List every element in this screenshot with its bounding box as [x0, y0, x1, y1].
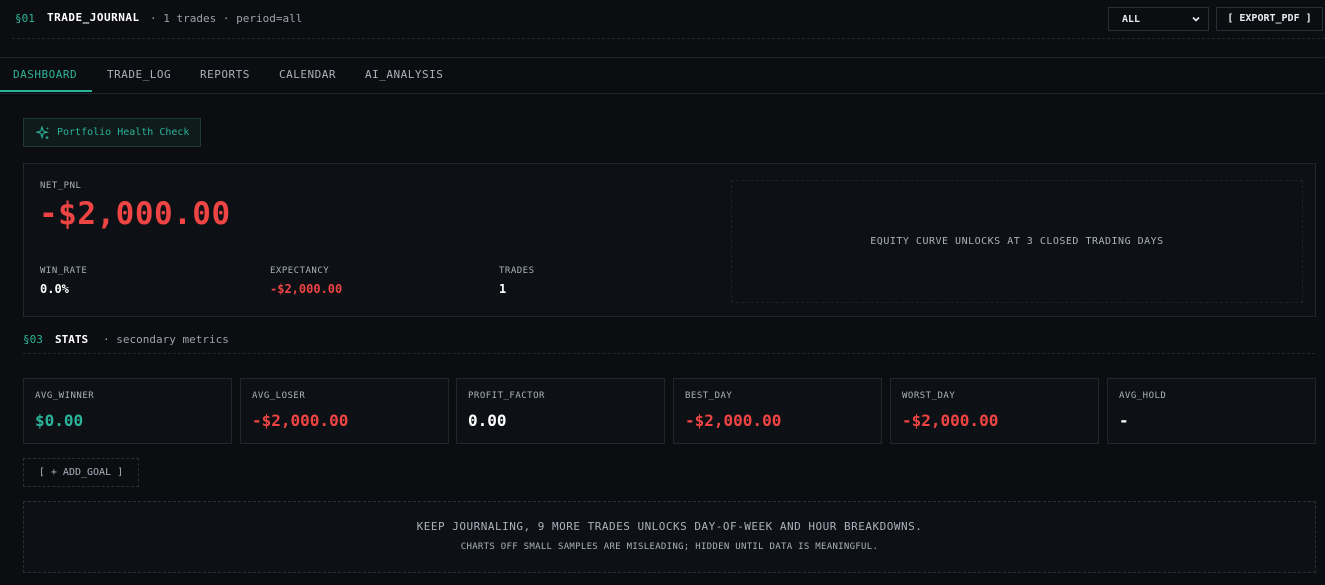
divider [23, 353, 1315, 354]
stat-label: AVG_HOLD [1119, 391, 1167, 401]
breakdown-locked-notice: KEEP JOURNALING, 9 MORE TRADES UNLOCKS D… [23, 501, 1316, 573]
stat-value: -$2,000.00 [902, 411, 999, 430]
stat-card-profit-factor: PROFIT_FACTOR 0.00 [456, 378, 665, 444]
stat-card-avg-winner: AVG_WINNER $0.00 [23, 378, 232, 444]
equity-curve-placeholder: EQUITY CURVE UNLOCKS AT 3 CLOSED TRADING… [731, 180, 1303, 303]
tab-trade-log[interactable]: TRADE_LOG [107, 68, 171, 81]
trades-label: TRADES [499, 266, 535, 276]
section-number: §01 [15, 12, 35, 25]
win-rate-label: WIN_RATE [40, 266, 88, 276]
stat-card-avg-hold: AVG_HOLD - [1107, 378, 1316, 444]
section-number: §03 [23, 333, 43, 346]
tab-calendar[interactable]: CALENDAR [279, 68, 336, 81]
export-pdf-button[interactable]: [ EXPORT_PDF ] [1216, 7, 1323, 31]
trades-value: 1 [499, 282, 507, 296]
stat-card-best-day: BEST_DAY -$2,000.00 [673, 378, 882, 444]
tab-ai-analysis[interactable]: AI_ANALYSIS [365, 68, 443, 81]
tab-bar: DASHBOARD TRADE_LOG REPORTS CALENDAR AI_… [0, 58, 1325, 94]
expectancy-label: EXPECTANCY [270, 266, 330, 276]
tab-reports[interactable]: REPORTS [200, 68, 250, 81]
divider [12, 38, 1325, 39]
section-title: STATS [55, 333, 89, 346]
page-title: TRADE_JOURNAL [47, 11, 140, 24]
section-meta: · secondary metrics [103, 333, 229, 346]
expectancy-value: -$2,000.00 [270, 282, 343, 296]
stat-value: - [1119, 411, 1129, 430]
net-pnl-value: -$2,000.00 [39, 196, 231, 232]
tab-dashboard[interactable]: DASHBOARD [13, 68, 77, 81]
portfolio-health-check-button[interactable]: Portfolio Health Check [23, 118, 201, 147]
health-check-label: Portfolio Health Check [57, 127, 190, 138]
stat-label: BEST_DAY [685, 391, 733, 401]
stat-label: AVG_WINNER [35, 391, 95, 401]
equity-curve-message: EQUITY CURVE UNLOCKS AT 3 CLOSED TRADING… [870, 236, 1164, 247]
chevron-down-icon [1192, 16, 1200, 22]
period-select[interactable]: ALL [1108, 7, 1209, 31]
summary-card: NET_PNL -$2,000.00 WIN_RATE 0.0% EXPECTA… [23, 163, 1316, 317]
stat-value: -$2,000.00 [685, 411, 782, 430]
sparkle-icon [36, 126, 49, 140]
top-bar: §01 TRADE_JOURNAL · 1 trades · period=al… [0, 0, 1325, 39]
stat-card-worst-day: WORST_DAY -$2,000.00 [890, 378, 1099, 444]
notice-line-2: CHARTS OFF SMALL SAMPLES ARE MISLEADING;… [460, 542, 879, 552]
page-meta: · 1 trades · period=all [150, 12, 303, 25]
win-rate-value: 0.0% [40, 282, 69, 296]
net-pnl-label: NET_PNL [40, 181, 82, 191]
stat-label: AVG_LOSER [252, 391, 306, 401]
stat-card-avg-loser: AVG_LOSER -$2,000.00 [240, 378, 449, 444]
stat-label: PROFIT_FACTOR [468, 391, 545, 401]
stat-label: WORST_DAY [902, 391, 956, 401]
notice-line-1: KEEP JOURNALING, 9 MORE TRADES UNLOCKS D… [416, 520, 923, 533]
period-select-value: ALL [1122, 14, 1141, 25]
stat-value: 0.00 [468, 411, 507, 430]
active-tab-indicator [0, 90, 92, 92]
stat-value: -$2,000.00 [252, 411, 349, 430]
stat-value: $0.00 [35, 411, 84, 430]
add-goal-button[interactable]: [ + ADD_GOAL ] [23, 458, 139, 487]
